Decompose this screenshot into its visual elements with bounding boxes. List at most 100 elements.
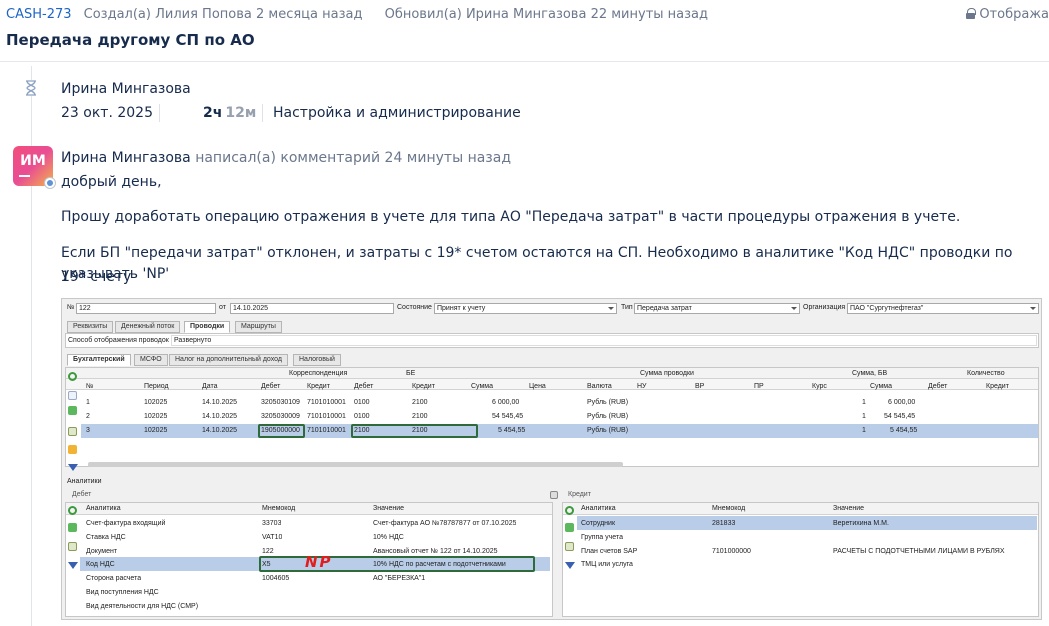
edit-icon[interactable] (68, 542, 77, 551)
delete-icon[interactable] (68, 406, 77, 415)
col-header[interactable]: Валюта (587, 383, 612, 390)
tab-cashflow[interactable]: Денежный поток (115, 321, 181, 333)
col-header[interactable]: Значение (833, 505, 864, 512)
cell: 6 000,00 (888, 399, 916, 406)
col-header[interactable]: Аналитика (581, 505, 616, 512)
cell: 54 545,45 (884, 413, 916, 420)
cell: 14.10.2025 (202, 399, 238, 406)
worklog-minutes: 12м (225, 105, 257, 121)
col-header[interactable]: № (86, 383, 94, 390)
avatar-initials: ИМ (20, 153, 46, 169)
group-header: Сумма проводки (640, 370, 694, 377)
subtab-additional-income-tax[interactable]: Налог на дополнительный доход (169, 354, 288, 366)
col-header[interactable]: ПР (754, 383, 764, 390)
comment-paragraph: Прошу доработать операцию отражения в уч… (61, 209, 961, 225)
doc-date-field[interactable]: 14.10.2025 (230, 303, 394, 314)
col-header[interactable]: Дебет (354, 383, 373, 390)
filter-icon[interactable] (68, 464, 78, 476)
avatar[interactable]: ИМ (13, 146, 56, 189)
col-header[interactable]: Кредит (412, 383, 435, 390)
col-header[interactable]: Сумма (870, 383, 892, 390)
refresh-icon[interactable] (68, 506, 77, 515)
org-label: Организация (803, 304, 846, 311)
doc-number-field[interactable]: 122 (76, 303, 216, 314)
state-select[interactable]: Принят к учету (434, 303, 617, 314)
comment-paragraph: указывать 'NP' (61, 266, 170, 282)
col-header[interactable]: Кредит (307, 383, 330, 390)
subtab-ifrs[interactable]: МСФО (134, 354, 168, 366)
issue-key-link[interactable]: CASH-273 (6, 7, 72, 22)
col-header[interactable]: Сумма (471, 383, 493, 390)
col-header[interactable]: Мнемокод (712, 505, 745, 512)
cell: Рубль (RUB) (587, 427, 629, 434)
refresh-icon[interactable] (68, 372, 77, 381)
comment-greeting: добрый день, (61, 174, 162, 190)
col-header[interactable]: Мнемокод (262, 505, 295, 512)
col-header[interactable]: Значение (373, 505, 404, 512)
new-document-icon[interactable] (68, 391, 77, 400)
type-label: Тип (621, 304, 633, 311)
group-header: Количество (967, 370, 1005, 377)
created-info: Создал(а) Лилия Попова 2 месяца назад (83, 7, 363, 22)
tab-requisites[interactable]: Реквизиты (67, 321, 114, 333)
col-header[interactable]: Дебет (928, 383, 947, 390)
refresh-icon[interactable] (565, 506, 574, 515)
cell: 6 000,00 (492, 399, 520, 406)
edit-icon[interactable] (68, 427, 77, 436)
worklog-category: Настройка и администрирование (273, 105, 521, 121)
tab-postings[interactable]: Проводки (184, 321, 231, 333)
edit-icon[interactable] (565, 542, 574, 551)
col-header[interactable]: Дата (202, 383, 218, 390)
cell: 7101010001 (307, 413, 346, 420)
cell: 7101010001 (307, 427, 346, 434)
cell: 0100 (354, 399, 370, 406)
group-header: Корреспонденция (289, 370, 348, 377)
debit-panel-label: Дебет (72, 491, 92, 498)
highlight-box (351, 424, 478, 438)
doc-number-label: № (67, 304, 75, 311)
lock-icon[interactable] (68, 445, 77, 454)
cell: 14.10.2025 (202, 413, 238, 420)
cell: 1 (86, 399, 90, 406)
visibility-control[interactable]: Отобража (966, 7, 1049, 22)
filter-icon[interactable] (565, 562, 575, 574)
display-mode-label: Способ отображения проводок (68, 337, 169, 344)
col-header[interactable]: Дебет (261, 383, 280, 390)
comment-header: Ирина Мингазова написал(а) комментарий 2… (61, 150, 511, 166)
col-header[interactable]: Аналитика (86, 505, 121, 512)
cell: 102025 (144, 399, 168, 406)
highlight-box (259, 556, 535, 572)
cell: Рубль (RUB) (587, 413, 629, 420)
hourglass-icon (24, 80, 38, 96)
issue-header: CASH-273 Создал(а) Лилия Попова 2 месяца… (0, 0, 1049, 62)
filter-icon[interactable] (68, 562, 78, 574)
tab-routes[interactable]: Маршруты (235, 321, 282, 333)
org-select[interactable]: ПАО "Сургутнефтегаз" (847, 303, 1039, 314)
col-header[interactable]: ВР (695, 383, 704, 390)
date-label: от (219, 304, 226, 311)
type-select[interactable]: Передача затрат (634, 303, 800, 314)
col-header[interactable]: Курс (812, 383, 827, 390)
worklog-duration: 2ч 12м (203, 105, 256, 121)
horizontal-scrollbar[interactable] (88, 462, 623, 467)
cell: 102025 (144, 427, 168, 434)
subtab-accounting[interactable]: Бухгалтерский (67, 354, 131, 366)
cell: 1 (862, 399, 866, 406)
col-header[interactable]: Период (144, 383, 169, 390)
subtab-tax[interactable]: Налоговый (293, 354, 341, 366)
group-header: БЕ (406, 370, 416, 377)
attached-screenshot[interactable]: № 122 от 14.10.2025 Состояние Принят к у… (61, 298, 1042, 620)
comment-author[interactable]: Ирина Мингазова (61, 150, 191, 166)
worklog-author[interactable]: Ирина Мингазова (61, 81, 191, 97)
display-mode-value[interactable]: Развернуто (171, 335, 1037, 346)
col-header[interactable]: НУ (637, 383, 647, 390)
divider (262, 104, 263, 122)
delete-icon[interactable] (68, 523, 77, 532)
col-header[interactable]: Цена (529, 383, 546, 390)
col-header[interactable]: Кредит (986, 383, 1009, 390)
cell: 14.10.2025 (202, 427, 238, 434)
delete-icon[interactable] (565, 523, 574, 532)
copy-icon[interactable] (550, 491, 558, 499)
cell: 2 (86, 413, 90, 420)
worklog-date: 23 окт. 2025 (61, 105, 153, 121)
